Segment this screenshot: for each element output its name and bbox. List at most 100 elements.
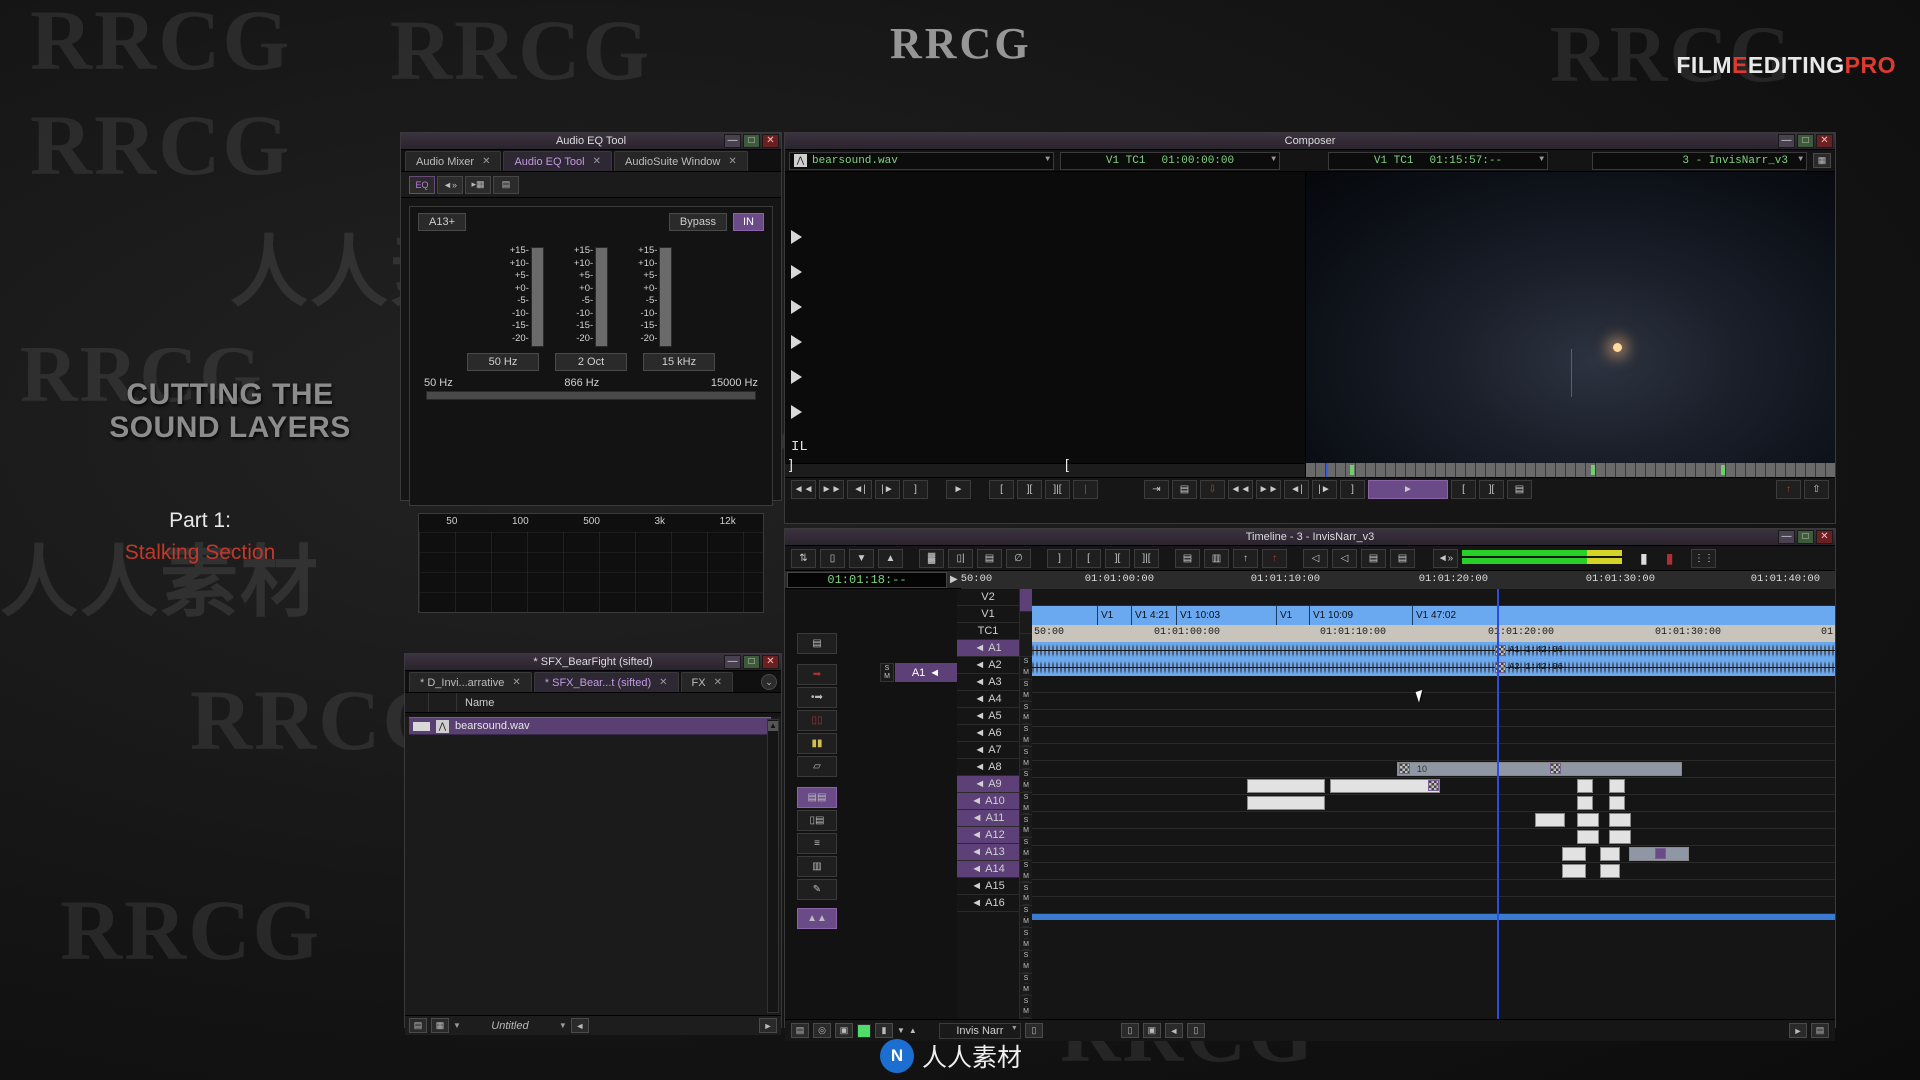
solo-mute-a7[interactable]: SM <box>1020 793 1032 816</box>
bin-titlebar[interactable]: * SFX_BearFight (sifted) — □ ✕ <box>405 654 781 671</box>
sequence-info-icon[interactable]: ▯ <box>1025 1023 1043 1038</box>
track-row-a11[interactable] <box>1032 812 1835 829</box>
yellow-segment-icon[interactable]: ▮▮ <box>797 733 837 754</box>
bin-scroll-right-button[interactable]: ► <box>759 1018 777 1033</box>
timeline-fade-out-icon[interactable]: ▤ <box>1390 549 1415 568</box>
track-header-a6[interactable]: ◄A6 <box>957 725 1019 742</box>
tab-audio-eq-tool[interactable]: Audio EQ Tool ✕ <box>503 151 612 171</box>
eq-band-low[interactable]: +15-+10- +5-+0- -5--10- -15--20- <box>510 245 544 347</box>
timeline-toolbar[interactable]: ⇅ ▯ ▼ ▲ ▓ ▯| ▤ ∅ ] [ ][ ]|[ ▤ ▥ ↑ ↑ ◁ ◁ … <box>785 546 1835 571</box>
timeline-mark-out-icon[interactable]: ] <box>1047 549 1072 568</box>
timeline-marker-icon[interactable]: ▯| <box>948 549 973 568</box>
track-header-a16[interactable]: ◄A16 <box>957 895 1019 912</box>
track-row-a5[interactable] <box>1032 710 1835 727</box>
close-icon[interactable]: ✕ <box>659 673 667 693</box>
composer-info-bar[interactable]: ⋀ bearsound.wav ▼ V1 TC1 01:00:00:00 ▼ V… <box>785 150 1835 172</box>
film-view-icon[interactable]: ▥ <box>797 856 837 877</box>
solo-mute-a10[interactable]: SM <box>1020 861 1032 884</box>
timeline-options-button[interactable]: ▤ <box>1811 1023 1829 1038</box>
close-icon[interactable]: ✕ <box>512 673 520 693</box>
bin-tab-row[interactable]: * D_Invi...arrative ✕ * SFX_Bear...t (si… <box>405 671 781 693</box>
timeline-segment-icon[interactable]: ▤ <box>1175 549 1200 568</box>
v1-clip[interactable]: V1 3:09 <box>1277 606 1310 625</box>
a11-clip-3[interactable] <box>1609 813 1631 827</box>
eq-titlebar[interactable]: Audio EQ Tool — □ ✕ <box>401 133 781 150</box>
maximize-button[interactable]: □ <box>743 655 760 669</box>
close-icon[interactable]: ✕ <box>593 152 601 172</box>
a14-clip-1[interactable] <box>1562 864 1586 878</box>
tab-fx[interactable]: FX ✕ <box>681 672 733 692</box>
timeline-grid-icon[interactable]: ▥ <box>1204 549 1229 568</box>
bin-window-buttons[interactable]: — □ ✕ <box>724 655 779 669</box>
timeline-current-timecode[interactable]: 01:01:18:-- <box>787 572 947 588</box>
eq-window-buttons[interactable]: — □ ✕ <box>724 134 779 148</box>
track-header-v1[interactable]: V1 <box>957 606 1019 623</box>
seq-mark-clip-button[interactable]: ][ <box>1479 480 1504 499</box>
timeline-layout-icon[interactable]: ▣ <box>835 1023 853 1038</box>
a9-clip-2[interactable] <box>1330 779 1440 793</box>
record-timecode[interactable]: V1 TC1 01:15:57:-- ▼ <box>1328 152 1548 170</box>
chevron-down-icon[interactable]: ▼ <box>1045 155 1050 164</box>
maximize-button[interactable]: □ <box>1797 530 1814 544</box>
track-row-v1[interactable]: V1 3:11 V1 4:21 V1 10:03 V1 3:09 V1 10:0… <box>1032 606 1835 625</box>
timeline-zoom-in-button[interactable]: ▯ <box>1187 1023 1205 1038</box>
bin-body[interactable]: ⋀ bearsound.wav ▲ <box>405 717 781 1015</box>
a9-clip-3[interactable] <box>1577 779 1593 793</box>
track-header-a5[interactable]: ◄A5 <box>957 708 1019 725</box>
source-timecode[interactable]: V1 TC1 01:00:00:00 ▼ <box>1060 152 1280 170</box>
timeline-track-headers[interactable]: V2 V1 TC1 ◄A1 ◄A2 ◄A3 ◄A4 ◄A5 ◄A6 ◄A7 ◄A… <box>957 589 1019 1019</box>
timeline-list-icon[interactable]: ▤ <box>977 549 1002 568</box>
timeline-down-icon[interactable]: ▼ <box>849 549 874 568</box>
eq-low-freq-button[interactable]: 50 Hz <box>467 353 539 371</box>
maximize-button[interactable]: □ <box>1797 134 1814 148</box>
minimize-button[interactable]: — <box>1778 530 1795 544</box>
solo-mute-a16[interactable]: SM <box>1020 996 1032 1019</box>
solo-mute-a8[interactable]: SM <box>1020 815 1032 838</box>
timeline-ruler[interactable]: 01:01:18:-- ▶ 50:00 01:01:00:00 01:01:10… <box>785 571 1835 589</box>
v1-clip[interactable]: V1 10:09 <box>1310 606 1413 625</box>
track-header-a2[interactable]: ◄A2 <box>957 657 1019 674</box>
track-row-a13[interactable] <box>1032 846 1835 863</box>
transport-rewind-button[interactable]: ◄◄ <box>791 480 816 499</box>
a9-clip-4[interactable] <box>1609 779 1625 793</box>
track-header-a15[interactable]: ◄A15 <box>957 878 1019 895</box>
grid-icon[interactable]: ▦ <box>1813 153 1831 168</box>
close-icon[interactable]: ✕ <box>728 152 736 172</box>
seq-rewind-button[interactable]: ◄◄ <box>1228 480 1253 499</box>
record-monitor[interactable] <box>1305 172 1835 477</box>
seq-fastforward-button[interactable]: ►► <box>1256 480 1281 499</box>
solo-mute-a14[interactable]: SM <box>1020 951 1032 974</box>
close-button[interactable]: ✕ <box>1816 134 1833 148</box>
track-row-a10[interactable] <box>1032 795 1835 812</box>
composer-window[interactable]: Composer — □ ✕ ⋀ bearsound.wav ▼ V1 TC1 … <box>784 132 1836 524</box>
track-header-a4[interactable]: ◄A4 <box>957 691 1019 708</box>
track-header-tc1[interactable]: TC1 <box>957 623 1019 640</box>
audio-eq-tool-window[interactable]: Audio EQ Tool — □ ✕ Audio Mixer ✕ Audio … <box>400 132 782 501</box>
track-header-a8[interactable]: ◄A8 <box>957 759 1019 776</box>
eq-band-mid[interactable]: +15-+10- +5-+0- -5--10- -15--20- <box>574 245 608 347</box>
track-row-a4[interactable] <box>1032 693 1835 710</box>
track-row-a12[interactable] <box>1032 829 1835 846</box>
layout-icon[interactable]: ▤ <box>493 176 519 194</box>
track-header-a10[interactable]: ◄A10 <box>957 793 1019 810</box>
timeline-nofx-icon[interactable]: ∅ <box>1006 549 1031 568</box>
timeline-extract-icon[interactable]: ↑ <box>1262 549 1287 568</box>
splice-in-button[interactable]: ⇥ <box>1144 480 1169 499</box>
a14-clip-2[interactable] <box>1600 864 1620 878</box>
eq-toolbar[interactable]: EQ ◄» ▸▦ ▤ <box>401 172 781 198</box>
a12-clip-1[interactable] <box>1577 830 1599 844</box>
v1-clip[interactable] <box>1032 606 1098 625</box>
record-enable-indicator[interactable] <box>857 1024 871 1038</box>
dual-view-icon[interactable]: ▤▤ <box>797 787 837 808</box>
timeline-film-icon[interactable]: ▓ <box>919 549 944 568</box>
timeline-up-icon[interactable]: ▲ <box>878 549 903 568</box>
white-arrow-icon[interactable]: •➡ <box>797 687 837 708</box>
eq-response-graph[interactable]: 50 100 500 3k 12k <box>418 513 764 613</box>
mute-label[interactable]: M <box>881 673 893 682</box>
tab-audio-mixer[interactable]: Audio Mixer ✕ <box>405 151 501 171</box>
track-header-a14[interactable]: ◄A14 <box>957 861 1019 878</box>
bypass-button[interactable]: Bypass <box>669 213 727 231</box>
monitor-solo-mute[interactable]: S M <box>880 663 894 682</box>
bin-row-bearsound[interactable]: ⋀ bearsound.wav <box>409 717 771 735</box>
keyframe-icon[interactable]: ▱ <box>797 756 837 777</box>
